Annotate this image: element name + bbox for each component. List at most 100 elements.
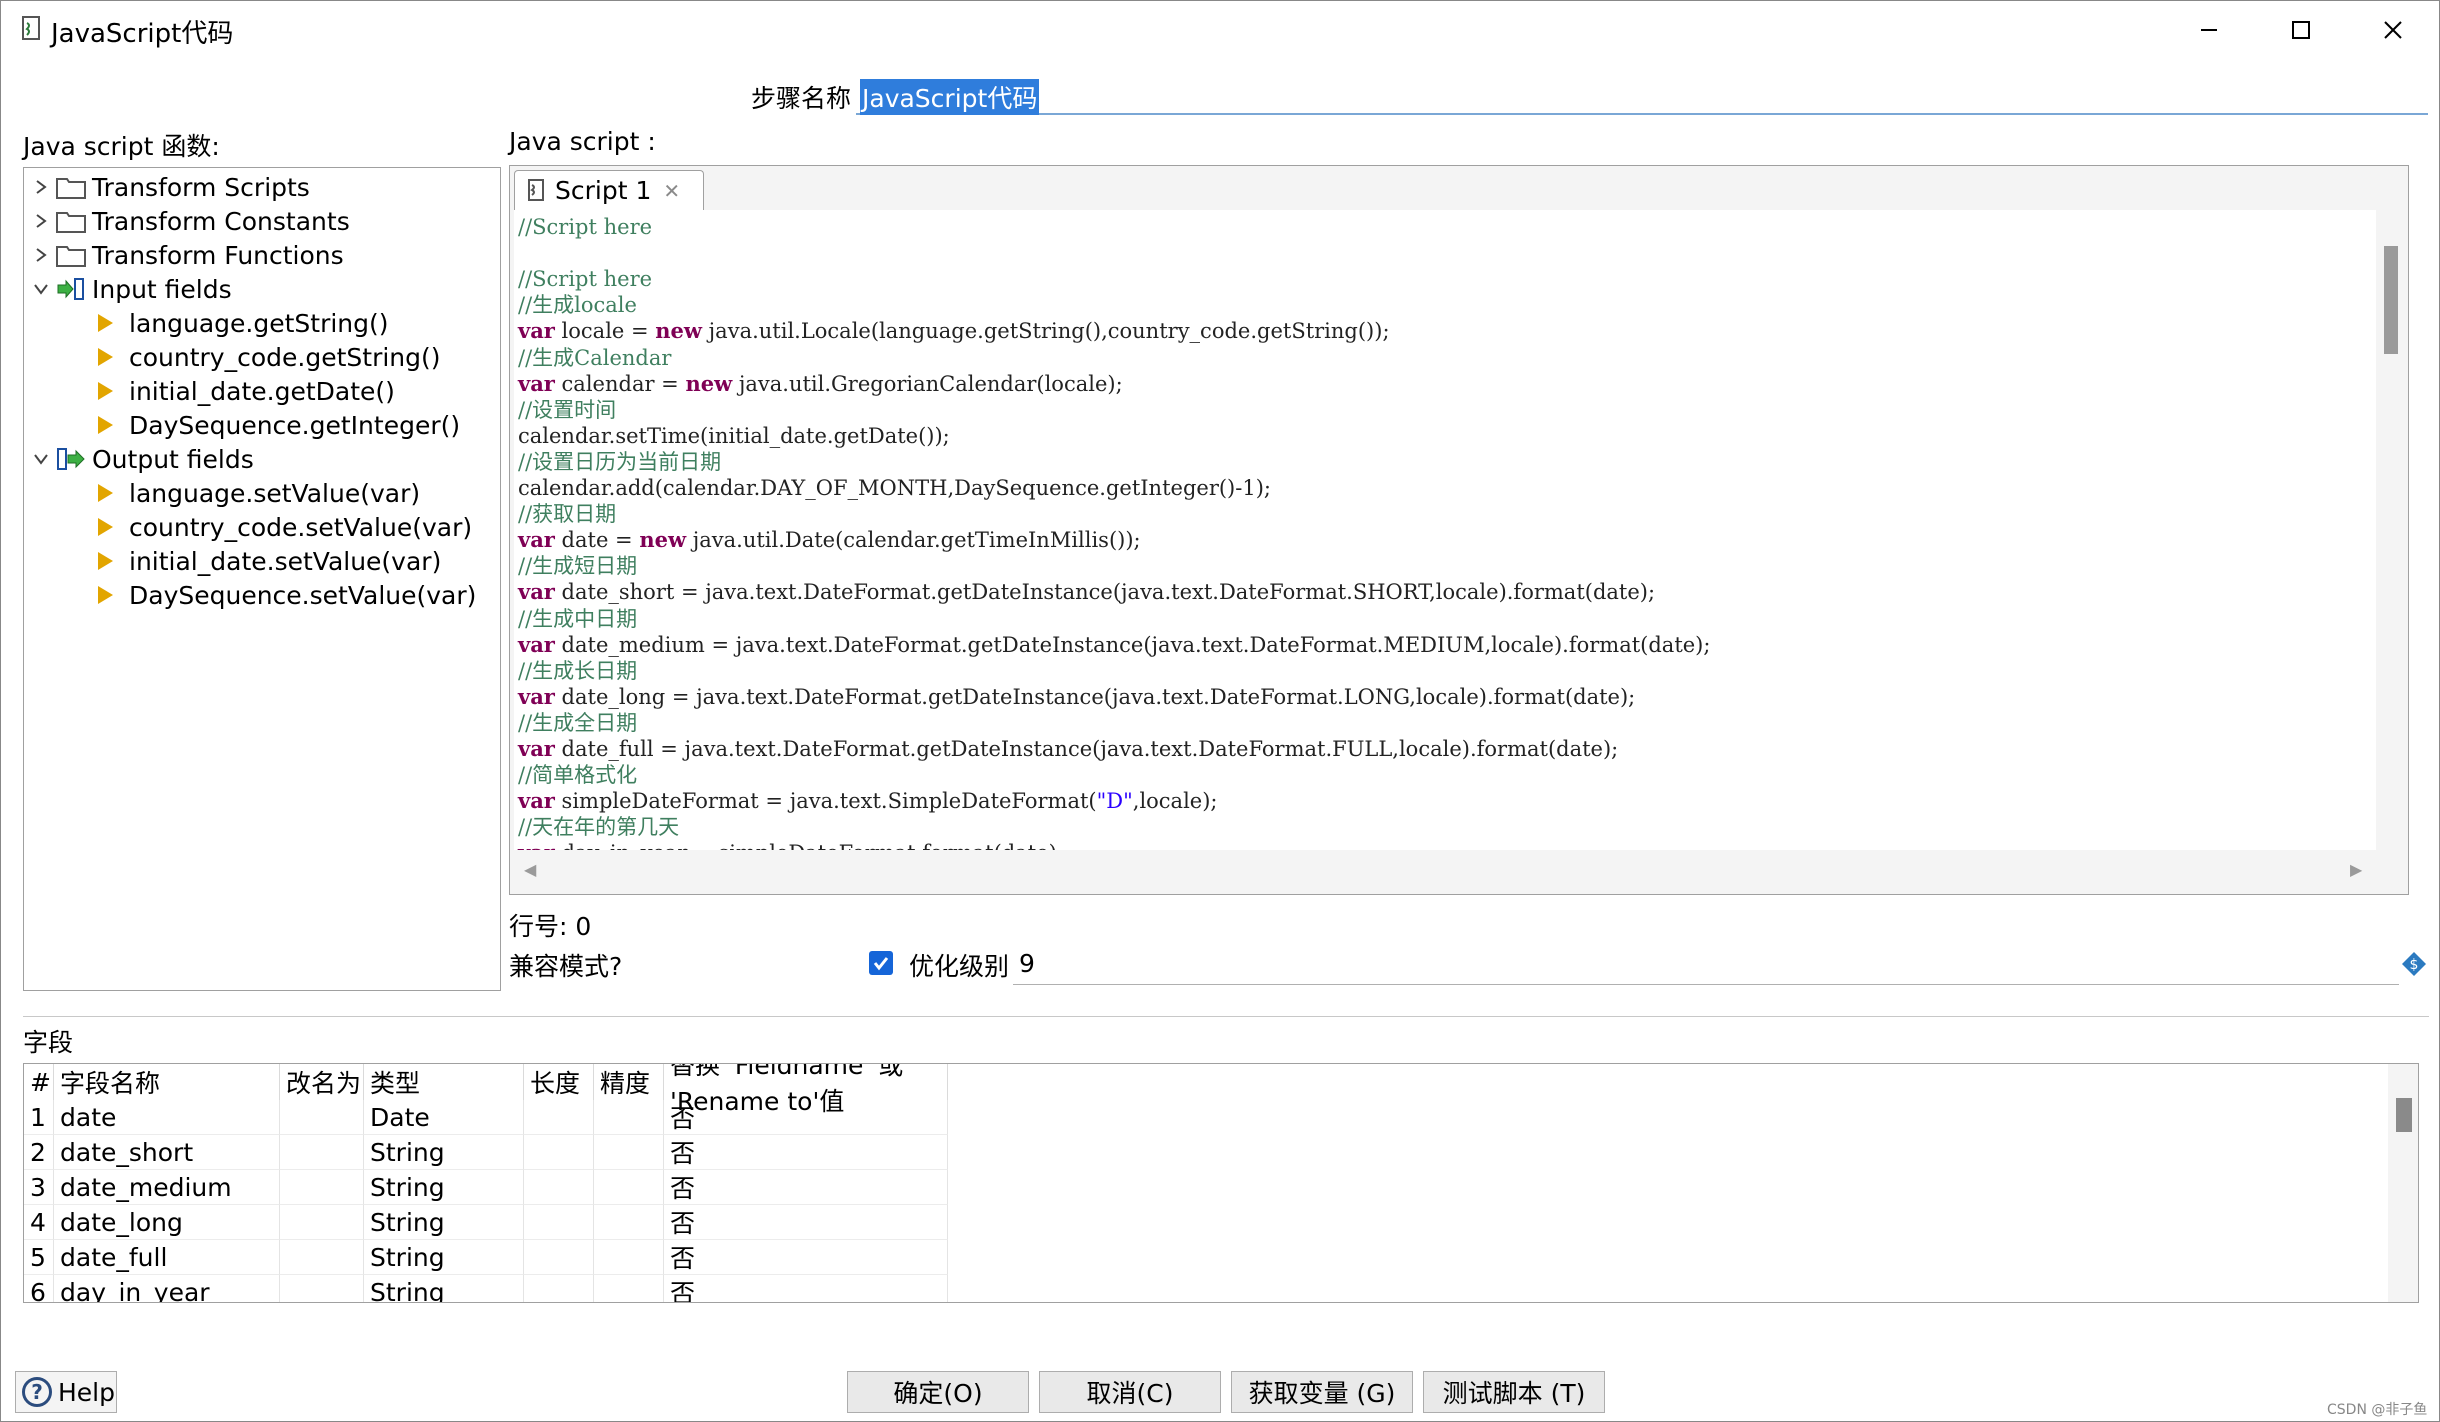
- scrollbar-thumb[interactable]: [2396, 1098, 2412, 1132]
- table-cell[interactable]: [594, 1100, 664, 1135]
- table-cell[interactable]: [524, 1240, 594, 1275]
- variable-icon[interactable]: $: [2401, 951, 2427, 977]
- tree-item-input-day-sequence[interactable]: DaySequence.getInteger(): [98, 408, 460, 442]
- table-cell[interactable]: [524, 1275, 594, 1302]
- optimization-level-value: 9: [1019, 949, 1035, 978]
- tree-item-output-fields[interactable]: Output fields: [32, 442, 254, 476]
- column-header[interactable]: #: [24, 1064, 54, 1100]
- vertical-scrollbar[interactable]: [2378, 210, 2404, 850]
- table-cell[interactable]: String: [364, 1170, 524, 1205]
- table-cell[interactable]: 否: [664, 1100, 948, 1135]
- javascript-step-dialog: JavaScript代码 步骤名称 JavaScript代码 Java scri…: [0, 0, 2440, 1422]
- horizontal-scrollbar[interactable]: ◀ ▶: [514, 856, 2376, 886]
- code-line: //获取日期: [518, 502, 617, 527]
- tab-script-1[interactable]: Script 1 ✕: [514, 170, 704, 210]
- help-button[interactable]: ? Help: [15, 1371, 117, 1413]
- tree-item-input-fields[interactable]: Input fields: [32, 272, 232, 306]
- arrow-right-icon: [98, 484, 113, 502]
- functions-tree[interactable]: Transform Scripts Transform Constants Tr…: [23, 167, 501, 991]
- table-cell[interactable]: Date: [364, 1100, 524, 1135]
- code-line: //简单格式化: [518, 763, 638, 788]
- table-cell[interactable]: 6: [24, 1275, 54, 1302]
- close-tab-icon[interactable]: ✕: [663, 179, 680, 203]
- test-script-button[interactable]: 测试脚本 (T): [1423, 1371, 1605, 1413]
- table-cell[interactable]: date_long: [54, 1205, 280, 1240]
- maximize-button[interactable]: [2255, 1, 2347, 59]
- table-cell[interactable]: String: [364, 1240, 524, 1275]
- minimize-button[interactable]: [2163, 1, 2255, 59]
- table-cell[interactable]: 1: [24, 1100, 54, 1135]
- table-cell[interactable]: date_short: [54, 1135, 280, 1170]
- table-cell[interactable]: [280, 1275, 364, 1302]
- column-header[interactable]: 改名为: [280, 1064, 364, 1100]
- tree-item-label: initial_date.getDate(): [129, 376, 395, 406]
- table-cell[interactable]: [594, 1240, 664, 1275]
- table-scrollbar[interactable]: [2388, 1064, 2418, 1302]
- table-cell[interactable]: 否: [664, 1135, 948, 1170]
- column-header[interactable]: 字段名称: [54, 1064, 280, 1100]
- table-cell[interactable]: [524, 1170, 594, 1205]
- tree-item-transform-scripts[interactable]: Transform Scripts: [32, 170, 310, 204]
- code-line: //设置日历为当前日期: [518, 449, 722, 474]
- column-header[interactable]: 精度: [594, 1064, 664, 1100]
- tree-item-input-initial-date[interactable]: initial_date.getDate(): [98, 374, 395, 408]
- tree-item-transform-functions[interactable]: Transform Functions: [32, 238, 344, 272]
- table-cell[interactable]: 4: [24, 1205, 54, 1240]
- column-header[interactable]: 长度: [524, 1064, 594, 1100]
- tree-item-output-day-sequence[interactable]: DaySequence.setValue(var): [98, 578, 476, 612]
- table-cell[interactable]: String: [364, 1275, 524, 1302]
- code-line: var simpleDateFormat = java.text.SimpleD…: [518, 788, 1218, 814]
- code-editor[interactable]: //Script here//Script here//生成locale var …: [514, 210, 2376, 850]
- table-cell[interactable]: date: [54, 1100, 280, 1135]
- chevron-right-icon[interactable]: [32, 246, 50, 264]
- table-cell[interactable]: 3: [24, 1170, 54, 1205]
- table-cell[interactable]: [594, 1275, 664, 1302]
- scroll-left-icon[interactable]: ◀: [524, 860, 536, 879]
- table-cell[interactable]: 2: [24, 1135, 54, 1170]
- code-line: calendar.add(calendar.DAY_OF_MONTH,DaySe…: [518, 476, 1271, 500]
- chevron-right-icon[interactable]: [32, 212, 50, 230]
- table-cell[interactable]: [524, 1100, 594, 1135]
- table-cell[interactable]: 否: [664, 1240, 948, 1275]
- table-cell[interactable]: [594, 1205, 664, 1240]
- table-cell[interactable]: [280, 1170, 364, 1205]
- chevron-down-icon[interactable]: [32, 280, 50, 298]
- table-cell[interactable]: String: [364, 1135, 524, 1170]
- cancel-button[interactable]: 取消(C): [1039, 1371, 1221, 1413]
- table-cell[interactable]: day_in_year: [54, 1275, 280, 1302]
- table-cell[interactable]: 否: [664, 1205, 948, 1240]
- compat-mode-checkbox[interactable]: [869, 951, 893, 975]
- table-cell[interactable]: [524, 1205, 594, 1240]
- tree-item-input-country-code[interactable]: country_code.getString(): [98, 340, 441, 374]
- chevron-down-icon[interactable]: [32, 450, 50, 468]
- table-cell[interactable]: [280, 1100, 364, 1135]
- table-cell[interactable]: [280, 1205, 364, 1240]
- table-cell[interactable]: [280, 1135, 364, 1170]
- tree-item-transform-constants[interactable]: Transform Constants: [32, 204, 350, 238]
- tree-item-input-language[interactable]: language.getString(): [98, 306, 389, 340]
- table-cell[interactable]: 5: [24, 1240, 54, 1275]
- column-header[interactable]: 替换 'Fieldname' 或 'Rename to'值: [664, 1064, 948, 1116]
- code-line: //生成全日期: [518, 710, 638, 735]
- scrollbar-thumb[interactable]: [2384, 246, 2398, 354]
- close-button[interactable]: [2347, 1, 2439, 59]
- optimization-level-input[interactable]: 9: [1013, 945, 2399, 985]
- table-cell[interactable]: [594, 1135, 664, 1170]
- table-cell[interactable]: [280, 1240, 364, 1275]
- scroll-right-icon[interactable]: ▶: [2350, 860, 2362, 879]
- step-name-input[interactable]: JavaScript代码: [856, 75, 2428, 115]
- column-header[interactable]: 类型: [364, 1064, 524, 1100]
- tree-item-output-initial-date[interactable]: initial_date.setValue(var): [98, 544, 441, 578]
- table-cell[interactable]: String: [364, 1205, 524, 1240]
- get-variables-button[interactable]: 获取变量 (G): [1231, 1371, 1413, 1413]
- tree-item-output-language[interactable]: language.setValue(var): [98, 476, 420, 510]
- table-cell[interactable]: 否: [664, 1170, 948, 1205]
- chevron-right-icon[interactable]: [32, 178, 50, 196]
- table-cell[interactable]: [524, 1135, 594, 1170]
- table-cell[interactable]: [594, 1170, 664, 1205]
- ok-button[interactable]: 确定(O): [847, 1371, 1029, 1413]
- table-cell[interactable]: date_full: [54, 1240, 280, 1275]
- table-cell[interactable]: 否: [664, 1275, 948, 1302]
- tree-item-output-country-code[interactable]: country_code.setValue(var): [98, 510, 472, 544]
- table-cell[interactable]: date_medium: [54, 1170, 280, 1205]
